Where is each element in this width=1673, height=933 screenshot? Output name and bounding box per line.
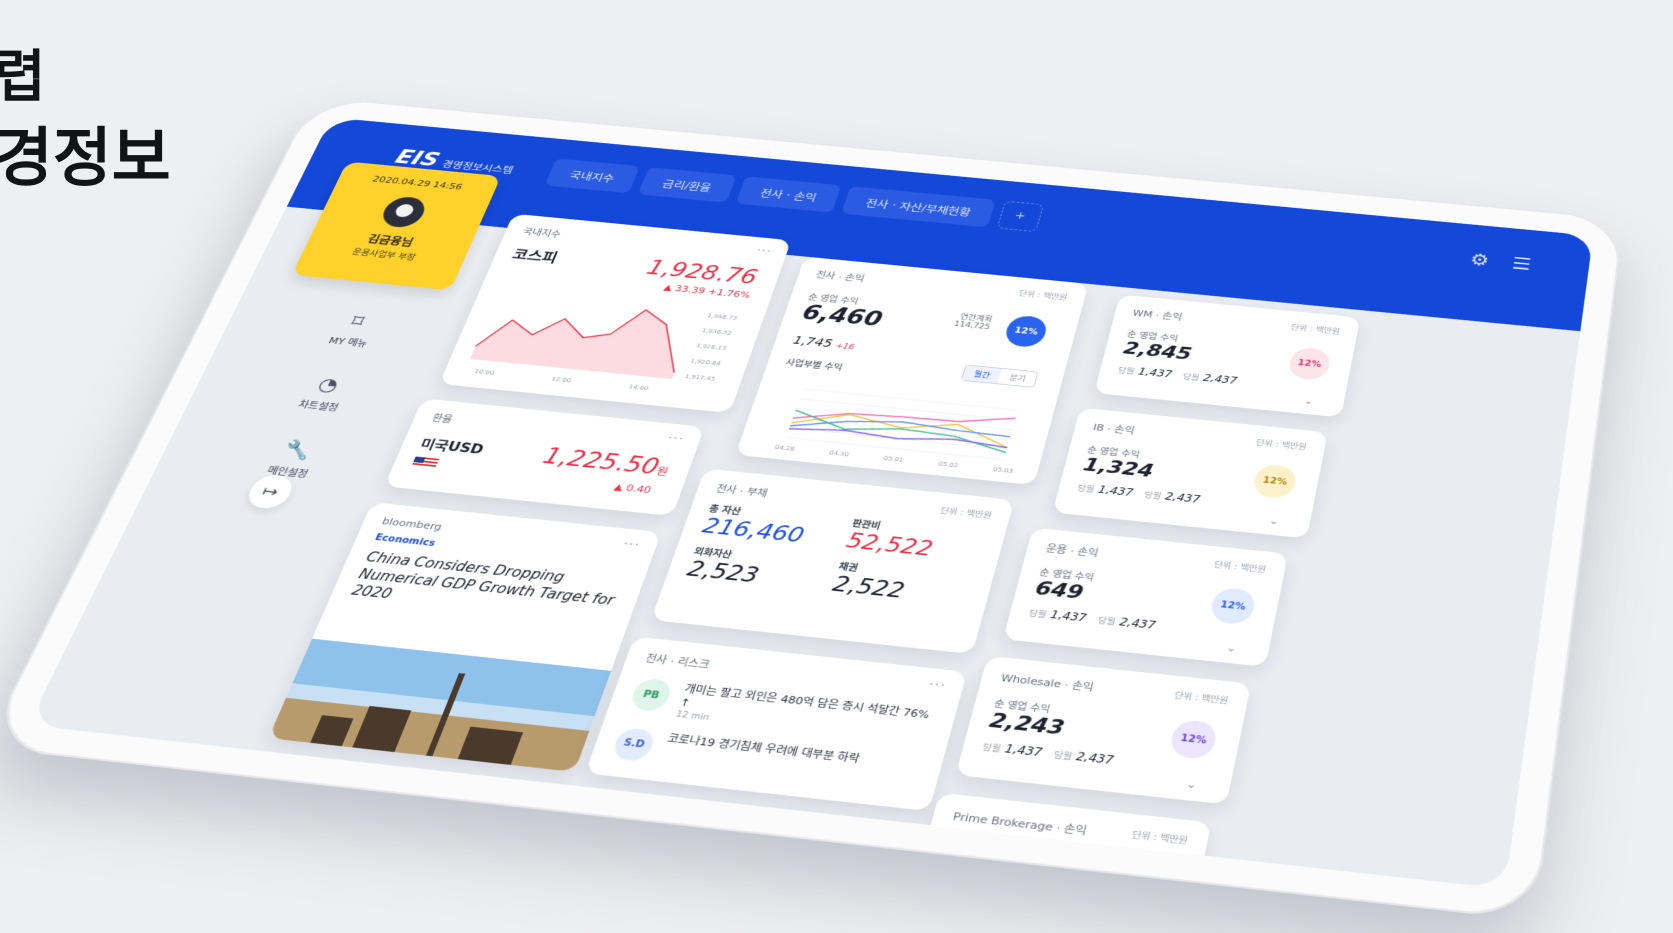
footer-value: 1,437 [1003,741,1044,760]
badge: PB [627,677,675,713]
tablet-device: EIS경영정보시스템 국내지수 금리/환율 전사 · 손익 전사 · 자산/부채… [0,96,1625,921]
card-title: Prime Brokerage · 손익 [951,810,1088,838]
fx-change: ▲ 0.40 [612,481,653,496]
y-tick-label: 1,917.45 [684,373,716,383]
news-image [268,638,612,772]
more-icon[interactable]: ··· [754,245,773,258]
risk-card[interactable]: 전사 · 리스크 ··· PB 개미는 팔고 외인은 480억 담은 증시 석달… [585,636,968,812]
tab-bar: 국내지수 금리/환율 전사 · 손익 전사 · 자산/부채현황 + [544,158,1044,232]
app-screen: EIS경영정보시스템 국내지수 금리/환율 전사 · 손익 전사 · 자산/부채… [27,117,1594,890]
bonds: 채권 2,522 [830,559,976,610]
wholesale-pnl-card[interactable]: Wholesale · 손익 단위 : 백만원 순 영업 수익 2,243 당월… [955,655,1252,805]
tab-domestic-index[interactable]: 국내지수 [544,158,640,194]
footer-label: 당월 [1076,484,1096,495]
side-item-my-menu[interactable]: ⌑ MY 메뉴 [298,308,409,353]
footer-label: 당월 [1027,609,1048,621]
badge: S.D [610,726,658,763]
add-tab-button[interactable]: + [996,200,1044,232]
footer-label: 당월 [1096,616,1117,628]
tab-pnl[interactable]: 전사 · 손익 [735,176,842,213]
sga: 판관비 52,522 [843,516,987,566]
footer-value: 2,437 [1074,749,1115,767]
more-icon[interactable]: ··· [621,537,642,552]
pie-chart-icon: ◔ [314,374,342,396]
index-value: 1,928.76 [643,256,761,290]
chevron-down-icon[interactable]: ⌄ [1185,777,1199,791]
y-tick-label: 1,928.13 [695,342,727,352]
logout-icon: ↦ [258,482,282,501]
prime-brokerage-pnl-card[interactable]: Prime Brokerage · 손익 단위 : 백만원 [923,792,1212,882]
side-item-chart-settings[interactable]: ◔ 차트설정 [267,371,380,417]
x-tick-label: 04.30 [828,449,850,458]
fx-rate: 1,225.50 [539,444,663,481]
tower-shape [426,673,466,757]
x-tick-label: 05.03 [992,466,1014,475]
avatar [377,195,430,229]
footer-value: 2,437 [1163,490,1202,506]
grid-line [803,389,1018,410]
wm-pnl-card[interactable]: WM · 손익 단위 : 백만원 순 영업 수익 2,845 당월 1,437 당… [1094,294,1361,418]
more-icon[interactable]: ··· [665,432,686,446]
footer-label: 당월 [1143,491,1162,502]
tab-rates-fx[interactable]: 금리/환율 [637,167,737,203]
chevron-down-icon[interactable]: ⌄ [1268,514,1281,527]
footer-value: 1,437 [1137,365,1174,380]
x-tick-label: 12:00 [550,376,572,385]
toggle-monthly[interactable]: 월간 [962,365,1002,384]
toggle-quarterly[interactable]: 분기 [998,369,1038,387]
side-item-label: MY 메뉴 [326,335,370,350]
x-tick-label: 05.02 [937,460,959,469]
sub-amount: 1,745 [791,334,834,351]
division-line-chart: 04.28 04.30 05.01 05.02 05.03 [774,382,1039,475]
grid-line [796,408,1012,430]
x-tick-label: 14:00 [627,383,649,392]
footer-value: 1,437 [1096,483,1135,499]
fx-card[interactable]: 환율 ··· 미국USD 1,225.50원 ▲ 0.40 [384,398,705,517]
footer-label: 당월 [1052,751,1073,763]
footer-label: 당월 [1181,373,1200,383]
footer-value: 1,437 [1049,608,1088,625]
wrench-icon: 🔧 [279,439,316,463]
top-icons: ⚙ ☰ [1469,251,1533,275]
sub-change: +16 [834,342,856,352]
footer-value: 2,437 [1118,615,1157,632]
kospi-card[interactable]: 국내지수 ··· 코스피 1,928.76 ▲ 33.39 +1.76% 1,9… [439,213,792,414]
bookmark-icon: ⌑ [347,312,368,332]
fx-assets: 외화자산 2,523 [684,544,830,595]
kospi-chart: 1,946.73 1,936.52 1,928.13 1,920.84 1,917.45… [452,287,738,392]
fx-value: 1,225.50원 [539,444,673,481]
settings-icon[interactable]: ⚙ [1469,251,1491,271]
risk-text: 코로나19 경기침체 우려에 대부분 하락 [665,731,862,765]
side-item-main-settings[interactable]: 🔧 메인설정 [236,436,351,484]
tablet-scene: EIS경영정보시스템 국내지수 금리/환율 전사 · 손익 전사 · 자산/부채… [0,0,1673,933]
total-assets: 총 자산 216,460 [699,501,843,551]
footer-label: 당월 [981,743,1002,755]
footer-label: 당월 [1116,366,1136,377]
profile-datetime: 2020.04.29 14:56 [370,174,465,192]
building-shape [352,705,412,753]
y-tick-label: 1,946.73 [706,312,738,321]
footer-value: 2,437 [1202,372,1239,387]
chevron-down-icon[interactable]: ⌄ [1303,395,1315,407]
side-item-label: 차트설정 [296,399,341,414]
x-tick-label: 10:00 [473,368,495,377]
building-shape [457,726,524,765]
building-shape [310,715,354,747]
hamburger-menu-icon[interactable]: ☰ [1511,255,1533,275]
more-icon[interactable]: ··· [927,677,948,693]
x-tick-label: 04.28 [774,444,796,453]
annual-plan: 연간계획 114,725 [953,311,994,331]
ib-pnl-card[interactable]: IB · 손익 단위 : 백만원 순 영업 수익 1,324 당월 1,437 당… [1052,407,1328,539]
chevron-down-icon[interactable]: ⌄ [1225,641,1238,655]
us-flag-icon [411,456,440,469]
y-tick-label: 1,920.84 [689,357,721,367]
side-menu: ⌑ MY 메뉴 ◔ 차트설정 🔧 메인설정 [222,308,409,513]
pnl-card[interactable]: 전사 · 손익 단위 : 백만원 순 영업 수익 6,460 연간계획 114,… [735,256,1089,486]
y-tick-label: 1,936.52 [701,327,733,336]
balance-card[interactable]: 전사 · 부채 단위 : 백만원 총 자산 216,460 판관비 52,522… [650,468,1015,655]
x-tick-label: 05.01 [883,455,905,464]
asset-mgmt-pnl-card[interactable]: 운용 · 손익 단위 : 백만원 순 영업 수익 649 당월 1,437 당월 2… [1002,527,1289,667]
tab-assets-liabilities[interactable]: 전사 · 자산/부채현황 [841,186,996,228]
